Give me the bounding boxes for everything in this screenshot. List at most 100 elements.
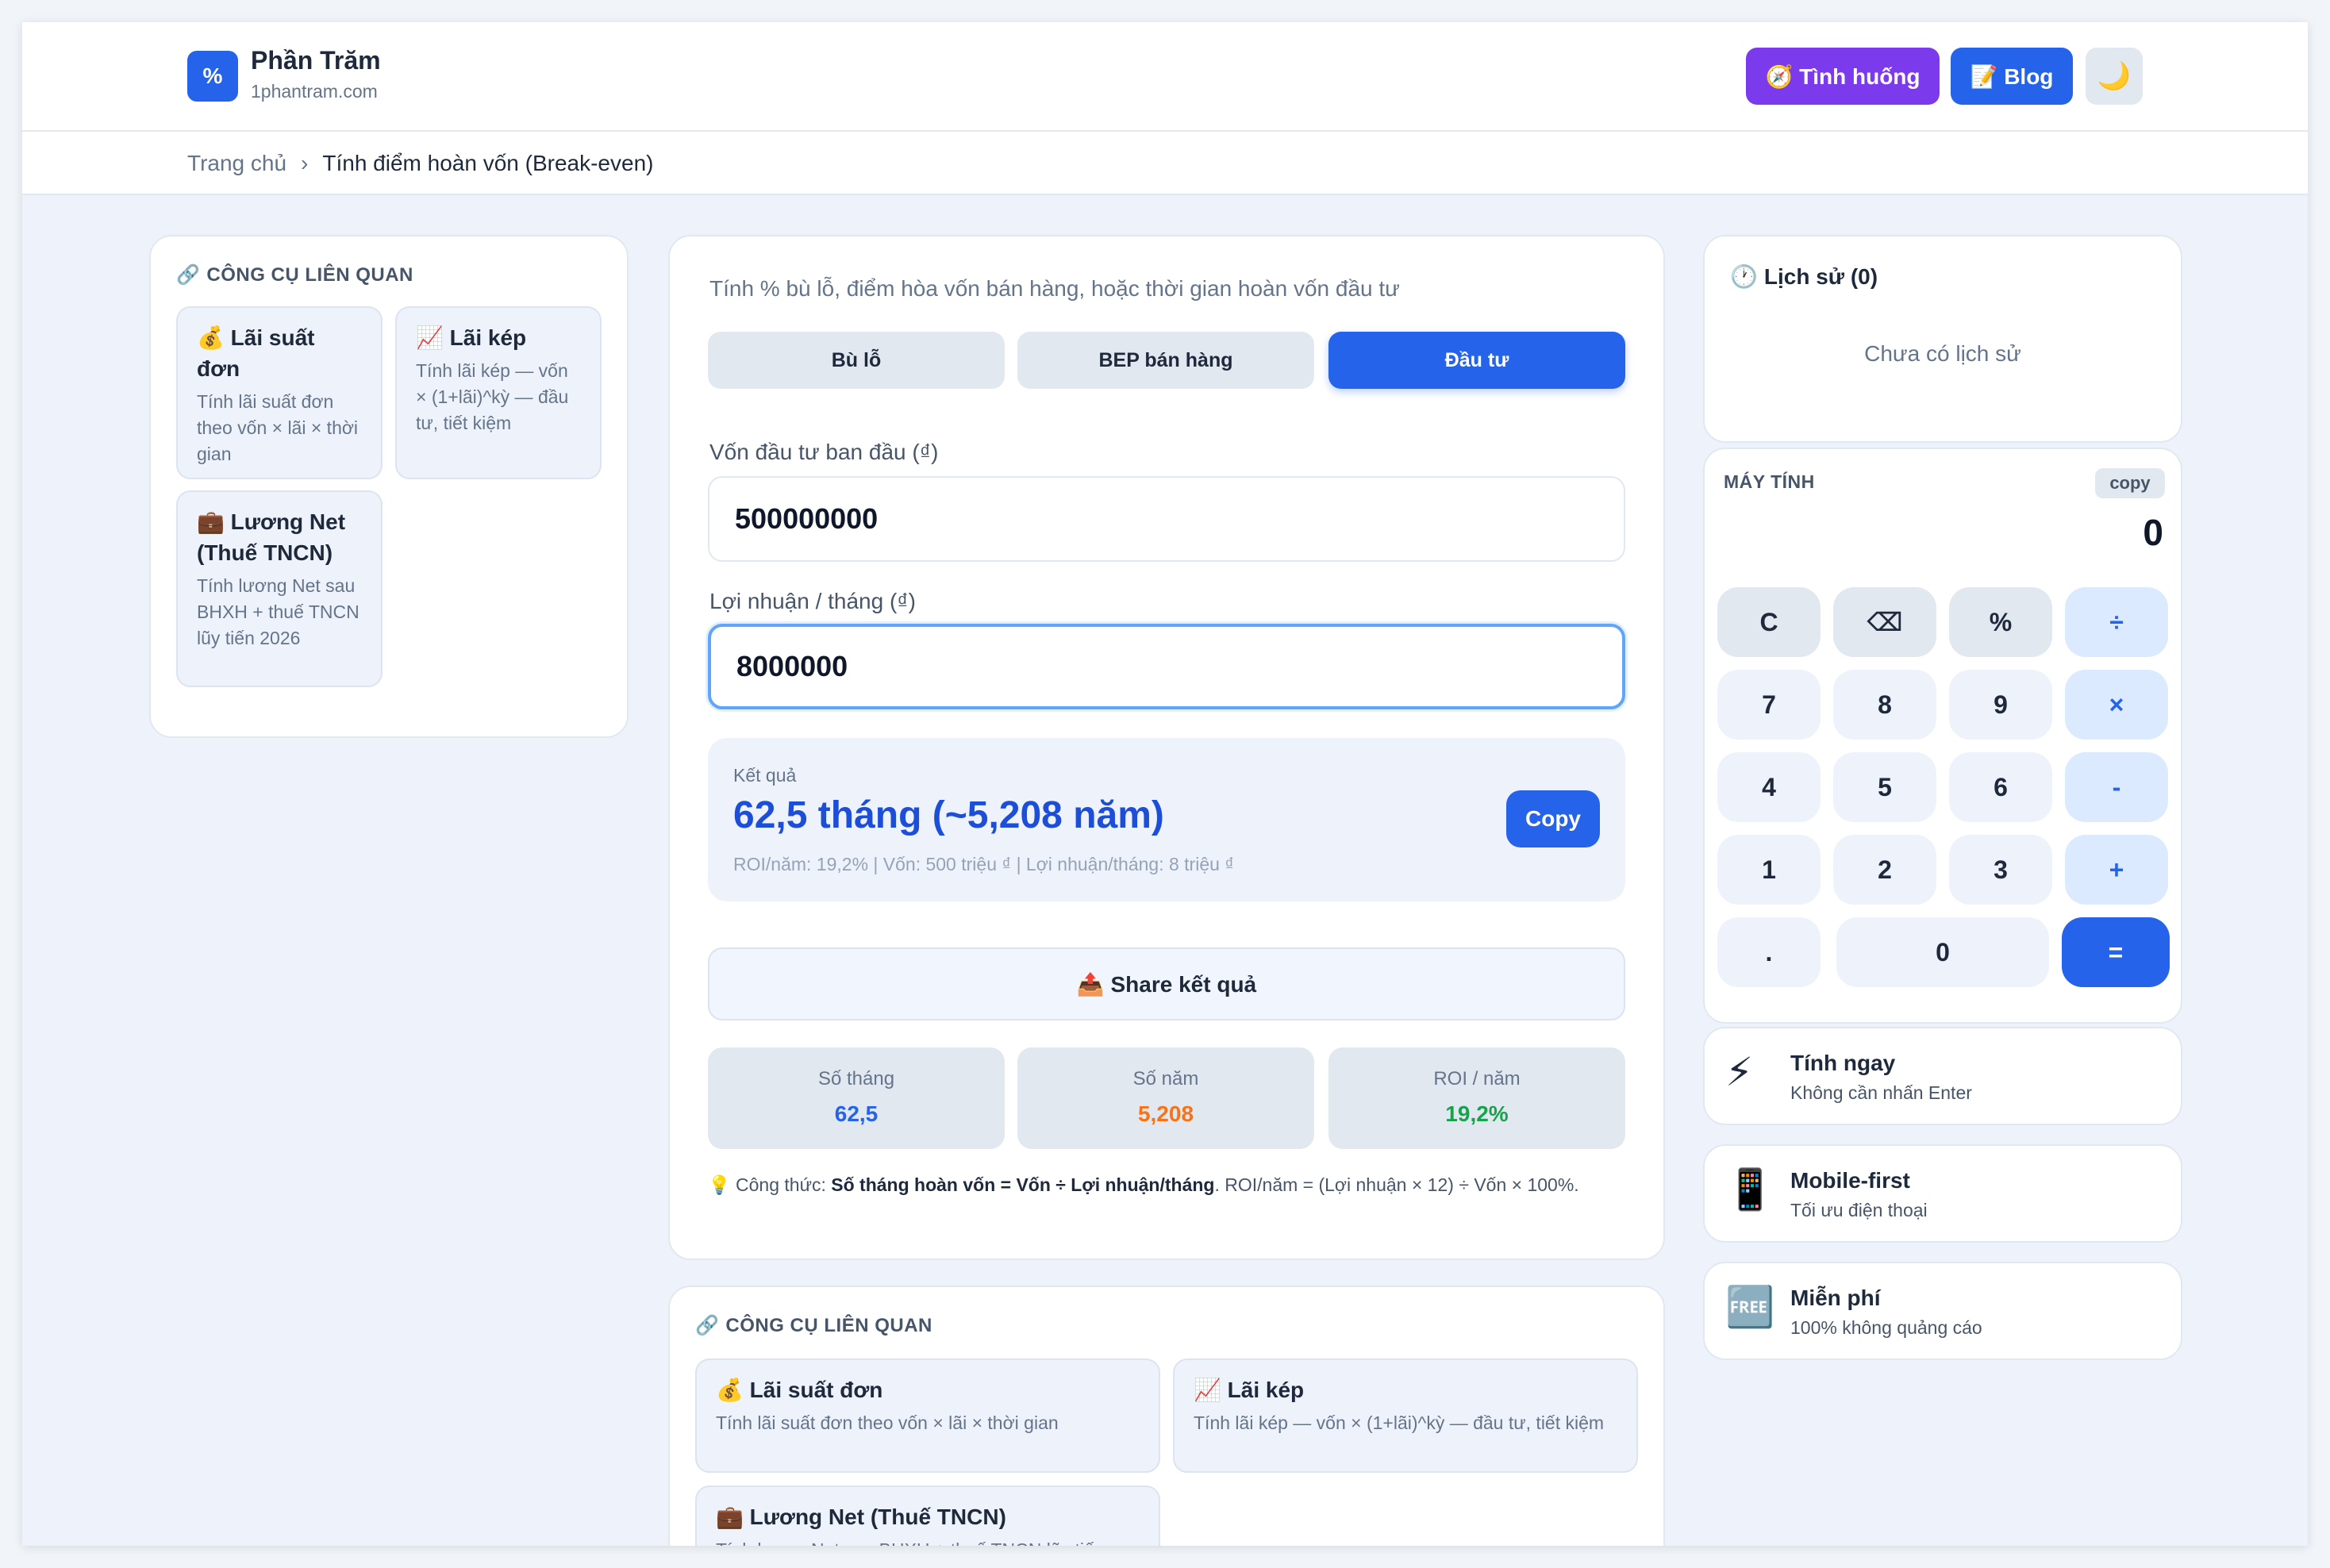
calc-key-1[interactable]: 1 xyxy=(1717,835,1821,905)
result-box: Kết quả 62,5 tháng (~5,208 năm) ROI/năm:… xyxy=(708,738,1625,901)
capital-label: Vốn đầu tư ban đầu (₫) xyxy=(709,440,939,464)
calc-key-minus[interactable]: - xyxy=(2065,752,2168,822)
share-result-button[interactable]: 📤 Share kết quả xyxy=(708,947,1625,1020)
tool-desc: Tính lãi kép — vốn × (1+lãi)^kỳ — đầu tư… xyxy=(416,360,569,433)
calc-key-plus[interactable]: + xyxy=(2065,835,2168,905)
calc-key-2[interactable]: 2 xyxy=(1833,835,1936,905)
calc-key-8[interactable]: 8 xyxy=(1833,670,1936,740)
calculator-display: 0 xyxy=(2143,512,2163,553)
calc-key-9[interactable]: 9 xyxy=(1949,670,2052,740)
stat-years: Số năm 5,208 xyxy=(1017,1047,1314,1149)
copy-result-button[interactable]: Copy xyxy=(1506,790,1600,847)
moon-icon: 🌙 xyxy=(2097,61,2132,91)
calc-key-6[interactable]: 6 xyxy=(1949,752,2052,822)
feature-desc: 100% không quảng cáo xyxy=(1790,1317,1982,1338)
tool-desc: Tính lãi suất đơn theo vốn × lãi × thời … xyxy=(716,1412,1059,1434)
profit-input[interactable] xyxy=(708,624,1625,709)
stat-value: 5,208 xyxy=(1137,1101,1194,1126)
tool-card-compound-interest[interactable]: 📈 Lãi kép Tính lãi kép — vốn × (1+lãi)^k… xyxy=(1173,1359,1638,1473)
calc-key-backspace[interactable]: ⌫ xyxy=(1833,587,1936,657)
feature-instant: ⚡ Tính ngay Không cần nhấn Enter xyxy=(1703,1027,2182,1125)
break-even-calculator: Tính % bù lỗ, điểm hòa vốn bán hàng, hoặ… xyxy=(668,235,1665,1260)
tool-title: Lương Net (Thuế TNCN) xyxy=(749,1505,1006,1529)
feature-title: Miễn phí xyxy=(1790,1286,1881,1310)
scenario-button[interactable]: 🧭 Tình huống xyxy=(1746,48,1940,105)
breadcrumb: Trang chủ › Tính điểm hoàn vốn (Break-ev… xyxy=(187,151,653,176)
capital-input[interactable] xyxy=(708,476,1625,562)
stat-value: 19,2% xyxy=(1445,1101,1509,1126)
history-empty-text: Chưa có lịch sử xyxy=(1864,341,2021,366)
money-bag-icon: 💰 xyxy=(197,325,225,350)
feature-mobile: 📱 Mobile-first Tối ưu điện thoại xyxy=(1703,1144,2182,1243)
history-panel: 🕐 Lịch sử (0) Chưa có lịch sử xyxy=(1703,235,2182,443)
formula-main: Số tháng hoàn vốn = Vốn ÷ Lợi nhuận/thán… xyxy=(831,1174,1215,1195)
calculator-title: MÁY TÍNH xyxy=(1724,471,1815,492)
briefcase-icon: 💼 xyxy=(716,1505,744,1529)
tool-card-simple-interest[interactable]: 💰 Lãi suất đơn Tính lãi suất đơn theo vố… xyxy=(695,1359,1160,1473)
formula-note: 💡 Công thức: Số tháng hoàn vốn = Vốn ÷ L… xyxy=(708,1174,1579,1196)
briefcase-icon: 💼 xyxy=(197,509,225,534)
blog-button[interactable]: 📝 Blog xyxy=(1951,48,2073,105)
mini-calculator: MÁY TÍNH copy 0 C ⌫ % ÷ 7 8 9 × 4 5 6 - … xyxy=(1703,448,2182,1024)
feature-free: 🆓 Miễn phí 100% không quảng cáo xyxy=(1703,1262,2182,1360)
tool-desc: Tính lãi kép — vốn × (1+lãi)^kỳ — đầu tư… xyxy=(1194,1412,1605,1434)
breadcrumb-home-link[interactable]: Trang chủ xyxy=(187,151,286,176)
brand-domain: 1phantram.com xyxy=(251,81,378,102)
formula-suffix: . ROI/năm = (Lợi nhuận × 12) ÷ Vốn × 100… xyxy=(1214,1174,1579,1195)
related-tools-bottom: 🔗 CÔNG CỤ LIÊN QUAN 💰 Lãi suất đơn Tính … xyxy=(668,1286,1665,1546)
related-tools-title: 🔗 CÔNG CỤ LIÊN QUAN xyxy=(176,263,413,286)
tool-desc: Tính lãi suất đơn theo vốn × lãi × thời … xyxy=(197,391,359,464)
chart-up-icon: 📈 xyxy=(416,325,444,350)
stat-label: Số tháng xyxy=(817,1068,895,1090)
mode-tab-loss-recovery[interactable]: Bù lỗ xyxy=(708,332,1005,389)
calc-key-7[interactable]: 7 xyxy=(1717,670,1821,740)
profit-label: Lợi nhuận / tháng (₫) xyxy=(709,589,916,613)
breadcrumb-separator: › xyxy=(301,151,309,175)
top-header: % Phần Trăm 1phantram.com 🧭 Tình huống 📝… xyxy=(22,22,2308,132)
result-detail: ROI/năm: 19,2% | Vốn: 500 triệu ₫ | Lợi … xyxy=(733,854,1235,874)
stat-months: Số tháng 62,5 xyxy=(708,1047,1005,1149)
history-title-text: Lịch sử (0) xyxy=(1763,263,1878,289)
mode-tab-sales-bep[interactable]: BEP bán hàng xyxy=(1017,332,1314,389)
calc-key-3[interactable]: 3 xyxy=(1949,835,2052,905)
browser-viewport: % Phần Trăm 1phantram.com 🧭 Tình huống 📝… xyxy=(22,22,2308,1546)
logo-icon[interactable]: % xyxy=(187,51,238,102)
calc-key-5[interactable]: 5 xyxy=(1833,752,1936,822)
chart-up-icon: 📈 xyxy=(1194,1378,1221,1402)
tool-card-net-salary[interactable]: 💼 Lương Net (Thuế TNCN) Tính lương Net s… xyxy=(176,490,383,687)
theme-toggle-button[interactable]: 🌙 xyxy=(2086,48,2143,105)
calc-key-4[interactable]: 4 xyxy=(1717,752,1821,822)
related-tools-title: 🔗 CÔNG CỤ LIÊN QUAN xyxy=(695,1314,932,1337)
money-bag-icon: 💰 xyxy=(716,1378,744,1402)
mode-tab-investment[interactable]: Đầu tư xyxy=(1328,332,1625,389)
calculator-copy-button[interactable]: copy xyxy=(2095,468,2165,498)
lightbulb-icon: 💡 xyxy=(708,1174,731,1195)
tool-card-simple-interest[interactable]: 💰 Lãi suất đơn Tính lãi suất đơn theo vố… xyxy=(176,306,383,479)
tool-card-net-salary[interactable]: 💼 Lương Net (Thuế TNCN) Tính lương Net s… xyxy=(695,1485,1160,1546)
feature-title: Tính ngay xyxy=(1790,1051,1896,1075)
phone-icon: 📱 xyxy=(1725,1167,1775,1212)
calc-key-divide[interactable]: ÷ xyxy=(2065,587,2168,657)
tool-title: Lãi kép xyxy=(449,325,527,350)
calc-key-percent[interactable]: % xyxy=(1949,587,2052,657)
related-tools-title-text: CÔNG CỤ LIÊN QUAN xyxy=(725,1314,932,1336)
calc-key-dot[interactable]: . xyxy=(1717,917,1821,987)
feature-desc: Tối ưu điện thoại xyxy=(1790,1200,1928,1220)
free-icon: 🆓 xyxy=(1725,1285,1775,1329)
stat-label: ROI / năm xyxy=(1433,1068,1521,1090)
result-label: Kết quả xyxy=(733,765,797,786)
calc-key-equals[interactable]: = xyxy=(2062,917,2170,987)
tool-desc: Tính lương Net sau BHXH + thuế TNCN lũy … xyxy=(716,1537,1140,1546)
breadcrumb-bar: Trang chủ › Tính điểm hoàn vốn (Break-ev… xyxy=(22,132,2308,195)
calc-key-multiply[interactable]: × xyxy=(2065,670,2168,740)
history-title: 🕐 Lịch sử (0) xyxy=(1730,263,1878,290)
related-tools-sidebar: 🔗 CÔNG CỤ LIÊN QUAN 💰 Lãi suất đơn Tính … xyxy=(149,235,629,738)
calc-key-0[interactable]: 0 xyxy=(1836,917,2049,987)
brand-name[interactable]: Phần Trăm xyxy=(251,46,381,75)
stat-value: 62,5 xyxy=(834,1101,879,1126)
feature-title: Mobile-first xyxy=(1790,1168,1910,1193)
calc-key-clear[interactable]: C xyxy=(1717,587,1821,657)
tool-title: Lãi kép xyxy=(1227,1378,1305,1402)
stat-label: Số năm xyxy=(1132,1068,1199,1090)
tool-card-compound-interest[interactable]: 📈 Lãi kép Tính lãi kép — vốn × (1+lãi)^k… xyxy=(395,306,602,479)
